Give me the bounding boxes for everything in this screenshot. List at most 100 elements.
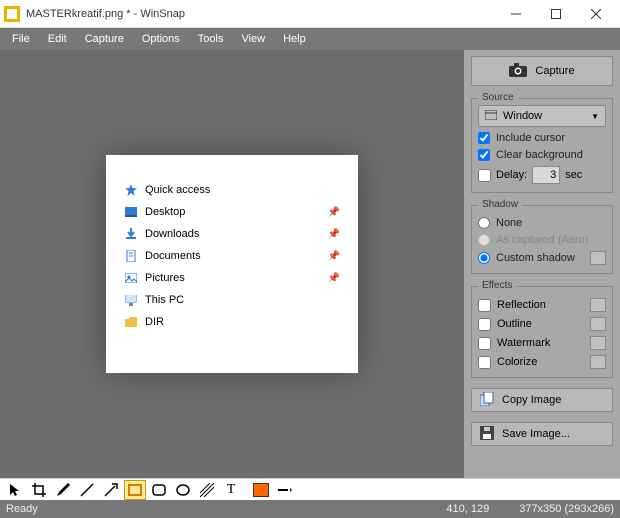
pointer-tool[interactable]: [4, 480, 26, 500]
list-item: DIR: [124, 311, 340, 333]
watermark-label: Watermark: [497, 337, 550, 349]
shadow-none-label: None: [496, 217, 522, 229]
stroke-width-dropdown[interactable]: [274, 480, 296, 500]
save-icon: [480, 426, 494, 443]
watermark-config-button[interactable]: [590, 336, 606, 350]
delay-row: Delay: sec: [478, 166, 606, 184]
rounded-rect-tool[interactable]: [148, 480, 170, 500]
rectangle-tool[interactable]: [124, 480, 146, 500]
save-image-button[interactable]: Save Image...: [471, 422, 613, 446]
effects-group: Effects Reflection Outline Watermark Col…: [471, 286, 613, 378]
side-panel: Capture Source Window ▼ Include cursor C…: [464, 50, 620, 478]
menu-view[interactable]: View: [233, 31, 273, 47]
clear-background-input[interactable]: [478, 149, 490, 161]
shadow-aero-radio: As captured (Aero): [478, 234, 606, 246]
shadow-custom-label: Custom shadow: [496, 252, 575, 264]
clear-background-checkbox[interactable]: Clear background: [478, 149, 606, 161]
clear-background-label: Clear background: [496, 149, 583, 161]
pictures-icon: [124, 273, 138, 283]
app-icon: [4, 6, 20, 22]
capture-label: Capture: [535, 65, 574, 77]
captured-screenshot: Quick access Desktop 📌 Downloads 📌 Docum…: [106, 155, 358, 373]
reflection-config-button[interactable]: [590, 298, 606, 312]
source-mode-dropdown[interactable]: Window ▼: [478, 105, 606, 127]
menu-help[interactable]: Help: [275, 31, 314, 47]
quick-access-header: Quick access: [124, 179, 340, 201]
colorize-label: Colorize: [497, 356, 537, 368]
shadow-group: Shadow None As captured (Aero) Custom sh…: [471, 205, 613, 274]
close-button[interactable]: [576, 1, 616, 27]
menu-file[interactable]: File: [4, 31, 38, 47]
list-item-label: Pictures: [145, 272, 185, 284]
watermark-checkbox[interactable]: [478, 337, 491, 350]
shadow-custom-radio[interactable]: Custom shadow: [478, 251, 606, 265]
color-swatch[interactable]: [250, 480, 272, 500]
copy-image-label: Copy Image: [502, 394, 561, 406]
shadow-none-radio[interactable]: None: [478, 217, 606, 229]
line-tool[interactable]: [76, 480, 98, 500]
capture-button[interactable]: Capture: [471, 56, 613, 86]
list-item: Desktop 📌: [124, 201, 340, 223]
include-cursor-label: Include cursor: [496, 132, 565, 144]
pin-icon: 📌: [328, 251, 340, 262]
source-group: Source Window ▼ Include cursor Clear bac…: [471, 98, 613, 193]
window-icon: [485, 110, 497, 123]
maximize-button[interactable]: [536, 1, 576, 27]
colorize-config-button[interactable]: [590, 355, 606, 369]
quick-access-label: Quick access: [145, 184, 210, 196]
list-item: This PC: [124, 289, 340, 311]
reflection-label: Reflection: [497, 299, 546, 311]
colorize-checkbox[interactable]: [478, 356, 491, 369]
pc-icon: [124, 295, 138, 306]
list-item: Documents 📌: [124, 245, 340, 267]
shadow-custom-input[interactable]: [478, 252, 490, 264]
status-size: 377x350 (293x266): [519, 503, 614, 515]
status-ready: Ready: [6, 503, 38, 515]
text-tool[interactable]: T: [220, 480, 242, 500]
include-cursor-checkbox[interactable]: Include cursor: [478, 132, 606, 144]
titlebar: MASTERkreatif.png * - WinSnap: [0, 0, 620, 28]
camera-icon: [509, 63, 527, 80]
pen-tool[interactable]: [52, 480, 74, 500]
reflection-checkbox[interactable]: [478, 299, 491, 312]
shadow-aero-input: [478, 234, 490, 246]
crop-tool[interactable]: [28, 480, 50, 500]
delay-value-input[interactable]: [532, 166, 560, 184]
desktop-icon: [124, 207, 138, 217]
menubar: File Edit Capture Options Tools View Hel…: [0, 28, 620, 50]
list-item-label: This PC: [145, 294, 184, 306]
star-icon: [124, 184, 138, 196]
save-image-label: Save Image...: [502, 428, 570, 440]
minimize-button[interactable]: [496, 1, 536, 27]
outline-checkbox[interactable]: [478, 318, 491, 331]
menu-options[interactable]: Options: [134, 31, 188, 47]
delay-label: Delay:: [496, 169, 527, 181]
delay-checkbox[interactable]: [478, 169, 491, 182]
menu-capture[interactable]: Capture: [77, 31, 132, 47]
list-item: Pictures 📌: [124, 267, 340, 289]
menu-edit[interactable]: Edit: [40, 31, 75, 47]
shadow-config-button[interactable]: [590, 251, 606, 265]
arrow-tool[interactable]: [100, 480, 122, 500]
folder-icon: [124, 317, 138, 327]
status-position: 410, 129: [446, 503, 489, 515]
outline-label: Outline: [497, 318, 532, 330]
statusbar: Ready 410, 129 377x350 (293x266): [0, 500, 620, 518]
menu-tools[interactable]: Tools: [190, 31, 232, 47]
download-icon: [124, 228, 138, 240]
delay-unit: sec: [565, 169, 582, 181]
pin-icon: 📌: [328, 207, 340, 218]
canvas-area[interactable]: Quick access Desktop 📌 Downloads 📌 Docum…: [0, 50, 464, 478]
effects-legend: Effects: [478, 280, 516, 291]
include-cursor-input[interactable]: [478, 132, 490, 144]
shadow-legend: Shadow: [478, 199, 522, 210]
hatch-tool[interactable]: [196, 480, 218, 500]
shadow-none-input[interactable]: [478, 217, 490, 229]
window-title: MASTERkreatif.png * - WinSnap: [26, 8, 496, 20]
list-item-label: Desktop: [145, 206, 185, 218]
copy-image-button[interactable]: Copy Image: [471, 388, 613, 412]
pin-icon: 📌: [328, 273, 340, 284]
ellipse-tool[interactable]: [172, 480, 194, 500]
outline-config-button[interactable]: [590, 317, 606, 331]
annotation-toolbar: T: [0, 478, 620, 500]
